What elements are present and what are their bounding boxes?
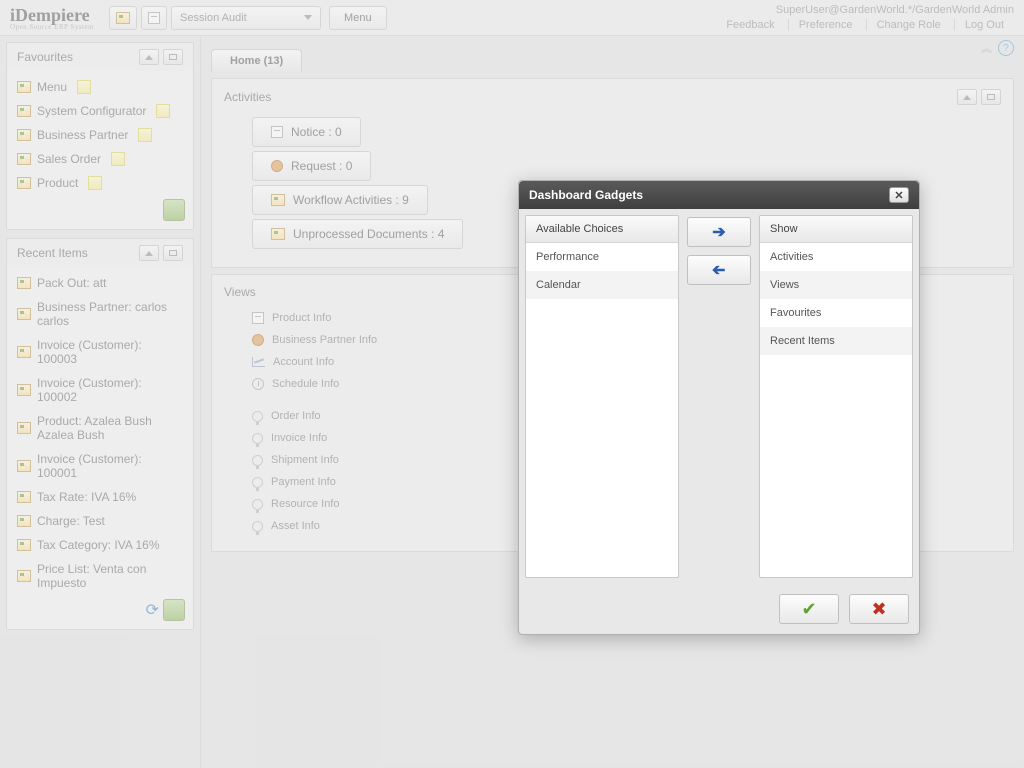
available-header: Available Choices xyxy=(526,216,678,243)
list-item[interactable]: Activities xyxy=(760,243,912,271)
list-item[interactable]: Calendar xyxy=(526,271,678,299)
dialog-title: Dashboard Gadgets xyxy=(529,188,643,202)
list-item[interactable]: Favourites xyxy=(760,299,912,327)
show-listbox[interactable]: Show Activities Views Favourites Recent … xyxy=(759,215,913,578)
list-item[interactable]: Performance xyxy=(526,243,678,271)
available-listbox[interactable]: Available Choices Performance Calendar xyxy=(525,215,679,578)
dialog-cancel-button[interactable]: ✖ xyxy=(849,594,909,624)
move-right-button[interactable] xyxy=(687,217,751,247)
dashboard-gadgets-dialog: Dashboard Gadgets ✕ Available Choices Pe… xyxy=(518,180,920,635)
list-item[interactable]: Views xyxy=(760,271,912,299)
move-left-button[interactable] xyxy=(687,255,751,285)
dialog-ok-button[interactable]: ✔ xyxy=(779,594,839,624)
dialog-close-button[interactable]: ✕ xyxy=(889,187,909,203)
show-header: Show xyxy=(760,216,912,243)
list-item[interactable]: Recent Items xyxy=(760,327,912,355)
